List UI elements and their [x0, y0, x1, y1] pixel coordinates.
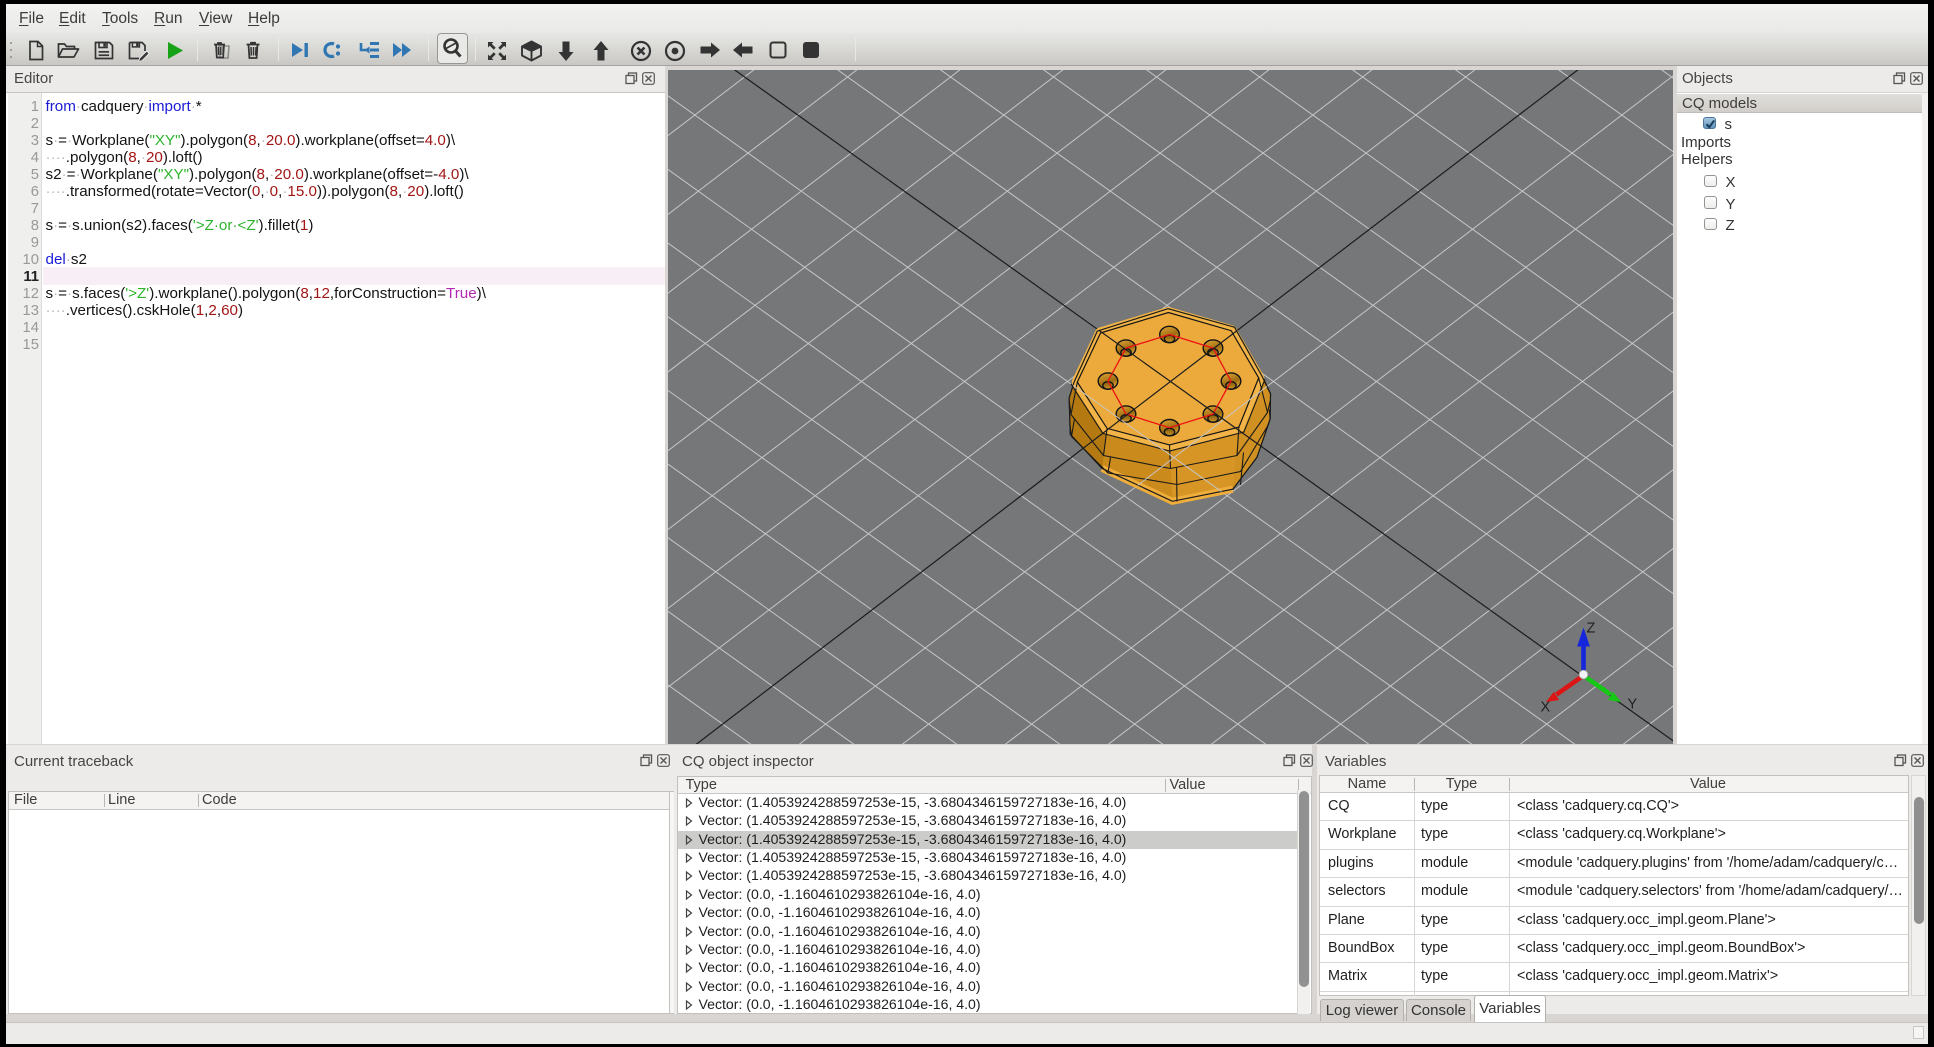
svg-text:X: X: [1540, 699, 1550, 715]
svg-text:Y: Y: [1627, 696, 1637, 712]
svg-text:Z: Z: [1586, 620, 1595, 636]
